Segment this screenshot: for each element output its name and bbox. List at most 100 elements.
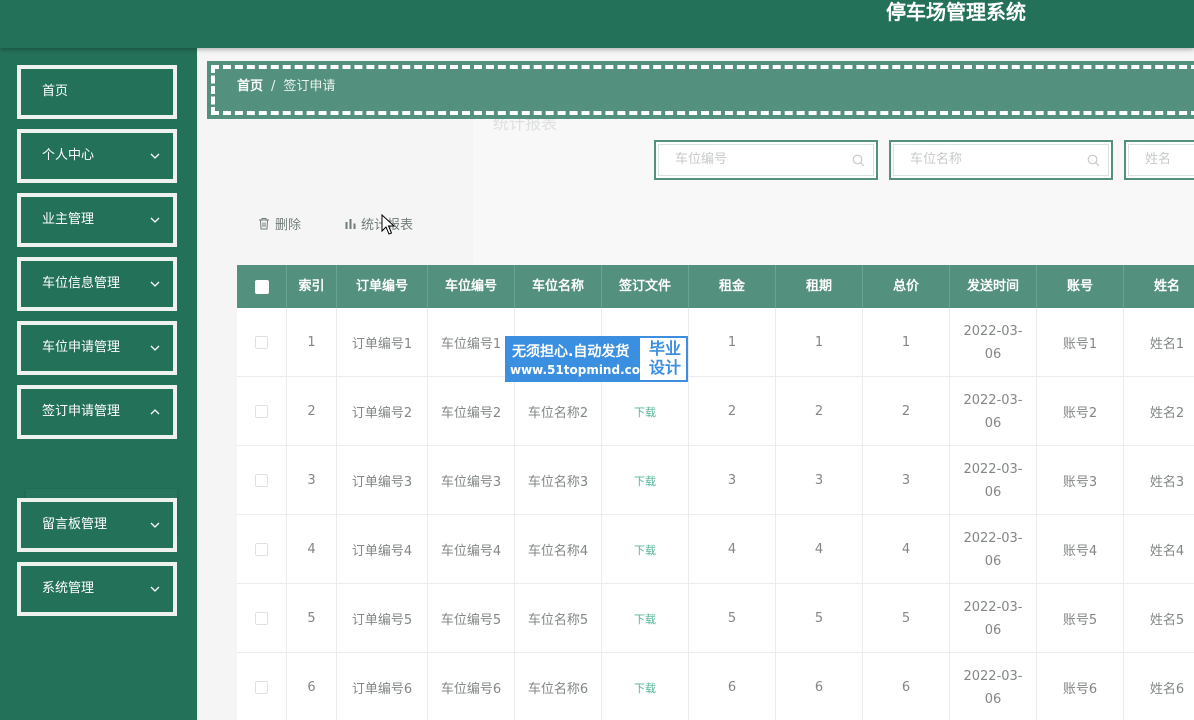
row-select-cell — [237, 308, 287, 377]
date-line2: 06 — [984, 346, 1002, 362]
table-row: 2 订单编号2 车位编号2 车位名称2 下载 2 2 2 2022-03- 06 账号2 姓名2 — [237, 377, 1194, 446]
table-row: 4 订单编号4 车位编号4 车位名称4 下载 4 4 4 2022-03- 06 账号4 姓名4 — [237, 515, 1194, 584]
chevron-down-icon — [150, 153, 160, 159]
row-select-cell — [237, 584, 287, 653]
sidebar-item-label: 车位申请管理 — [42, 340, 121, 355]
table-cell-total: 2 — [863, 377, 950, 446]
table-cell-index: 3 — [287, 446, 337, 515]
table-cell-index: 6 — [287, 653, 337, 720]
watermark-side: 毕业 设计 — [643, 339, 687, 377]
sidebar-item-label: 个人中心 — [42, 148, 95, 163]
table-cell-total: 3 — [863, 446, 950, 515]
row-select-cell — [237, 377, 287, 446]
sidebar-item-spot-application-management[interactable]: 车位申请管理 — [17, 321, 177, 375]
spot-number-input[interactable]: 车位编号 — [658, 144, 874, 176]
sidebar-item-label: 首页 — [42, 84, 69, 99]
row-checkbox[interactable] — [255, 612, 268, 625]
table-cell-order: 订单编号2 — [337, 377, 428, 446]
table-cell-send-time: 2022-03- 06 — [950, 308, 1037, 377]
date-text: 2022-03- 06 — [963, 665, 1022, 711]
table-cell-rent: 5 — [689, 584, 776, 653]
row-checkbox[interactable] — [255, 405, 268, 418]
delete-button-label: 删除 — [275, 218, 302, 233]
row-select-cell — [237, 446, 287, 515]
table-cell-index: 2 — [287, 377, 337, 446]
date-line1: 2022-03- — [963, 599, 1023, 615]
table-cell-file: 下载 — [602, 446, 689, 515]
table-cell-account: 账号5 — [1037, 584, 1124, 653]
sidebar: 首页 个人中心 业主管理 车位信息管理 车位申请管理 签订申请管理 签订申请 留… — [0, 48, 197, 720]
date-line2: 06 — [984, 484, 1002, 500]
row-checkbox[interactable] — [255, 474, 268, 487]
download-link[interactable]: 下载 — [634, 473, 656, 489]
table-cell-account: 账号1 — [1037, 308, 1124, 377]
sidebar-item-personal-center[interactable]: 个人中心 — [17, 129, 177, 183]
download-link[interactable]: 下载 — [634, 680, 656, 696]
chevron-down-icon — [150, 586, 160, 592]
date-text: 2022-03- 06 — [963, 320, 1022, 366]
sidebar-item-owner-management[interactable]: 业主管理 — [17, 193, 177, 247]
table-cell-term: 6 — [776, 653, 863, 720]
watermark-side2: 设计 — [648, 358, 681, 377]
table-cell-rent: 4 — [689, 515, 776, 584]
table-cell-term: 3 — [776, 446, 863, 515]
column-header: 总价 — [863, 265, 950, 308]
table-cell-send-time: 2022-03- 06 — [950, 377, 1037, 446]
download-link[interactable]: 下载 — [634, 611, 656, 627]
sidebar-item-spot-info-management[interactable]: 车位信息管理 — [17, 257, 177, 311]
table-cell-total: 4 — [863, 515, 950, 584]
table-cell-spot-name: 车位名称6 — [515, 653, 602, 720]
chevron-down-icon — [150, 522, 160, 528]
sidebar-item-home[interactable]: 首页 — [17, 65, 177, 119]
table-cell-term: 5 — [776, 584, 863, 653]
table-cell-account: 账号4 — [1037, 515, 1124, 584]
select-all-cell — [237, 265, 287, 308]
table-cell-spot-no: 车位编号5 — [428, 584, 515, 653]
column-header: 订单编号 — [337, 265, 428, 308]
table-cell-spot-no: 车位编号2 — [428, 377, 515, 446]
table-cell-name: 姓名3 — [1124, 446, 1194, 515]
spot-name-input[interactable]: 车位名称 — [893, 144, 1109, 176]
table-cell-file: 下载 — [602, 377, 689, 446]
sidebar-item-label: 签订申请管理 — [42, 404, 121, 419]
select-all-checkbox[interactable] — [254, 279, 269, 294]
download-link[interactable]: 下载 — [634, 404, 656, 420]
name-input[interactable]: 姓名 — [1128, 144, 1194, 176]
table-row: 5 订单编号5 车位编号5 车位名称5 下载 5 5 5 2022-03- 06 账号5 姓名5 — [237, 584, 1194, 653]
table-cell-index: 4 — [287, 515, 337, 584]
breadcrumb-trail: 首页 / 签订申请 — [237, 69, 335, 105]
date-text: 2022-03- 06 — [963, 527, 1022, 573]
table-cell-spot-no: 车位编号4 — [428, 515, 515, 584]
table-cell-file: 下载 — [602, 584, 689, 653]
statistics-report-button[interactable]: 统计报表 — [345, 214, 413, 234]
delete-button[interactable]: 删除 — [258, 214, 301, 234]
download-link[interactable]: 下载 — [634, 542, 656, 558]
row-checkbox[interactable] — [255, 681, 268, 694]
breadcrumb-home-link[interactable]: 首页 — [237, 79, 263, 94]
table-cell-total: 6 — [863, 653, 950, 720]
row-select-cell — [237, 515, 287, 584]
row-checkbox[interactable] — [255, 336, 268, 349]
table-cell-rent: 6 — [689, 653, 776, 720]
search-icon — [852, 154, 865, 167]
sidebar-item-contract-application-management[interactable]: 签订申请管理 — [17, 385, 177, 439]
table-cell-name: 姓名4 — [1124, 515, 1194, 584]
name-search-box: 姓名 — [1124, 140, 1194, 180]
sidebar-item-system-management[interactable]: 系统管理 — [17, 562, 177, 616]
column-header: 车位名称 — [515, 265, 602, 308]
date-line2: 06 — [984, 691, 1002, 707]
sidebar-item-message-board-management[interactable]: 留言板管理 — [17, 498, 177, 552]
chevron-down-icon — [150, 217, 160, 223]
bar-chart-icon — [345, 219, 356, 229]
name-placeholder: 姓名 — [1145, 152, 1172, 167]
table-row: 1订单编号1车位编号1车位名称1下载1112022-03-06账号1姓名1 — [237, 308, 1194, 377]
date-text: 2022-03- 06 — [963, 389, 1022, 435]
table-cell-spot-name: 车位名称2 — [515, 377, 602, 446]
column-header: 账号 — [1037, 265, 1124, 308]
row-checkbox[interactable] — [255, 543, 268, 556]
top-bar: 停车场管理系统 — [0, 0, 1194, 48]
table-cell-total: 5 — [863, 584, 950, 653]
breadcrumb: 首页 / 签订申请 — [207, 61, 1194, 119]
table-cell-order: 订单编号6 — [337, 653, 428, 720]
chevron-down-icon — [150, 409, 160, 415]
